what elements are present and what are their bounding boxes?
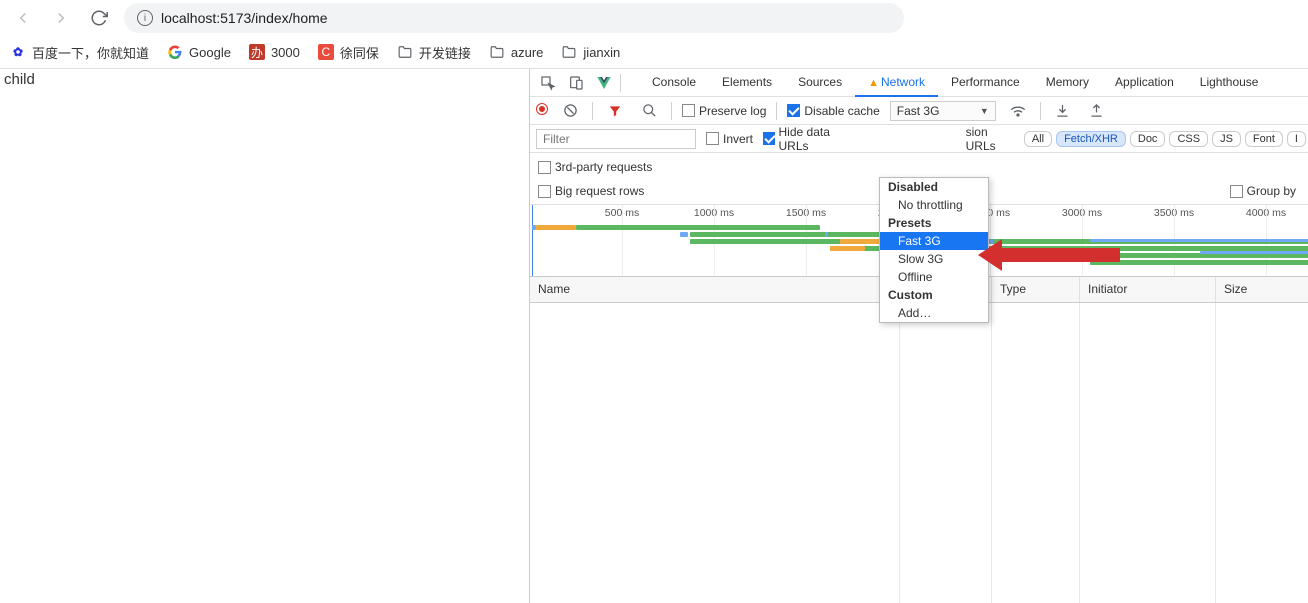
disable-cache-checkbox[interactable]: Disable cache [787, 104, 879, 118]
network-toolbar: Preserve log Disable cache Fast 3G▼ [530, 97, 1308, 125]
bookmark-google[interactable]: Google [167, 44, 231, 60]
menu-item-add[interactable]: Add… [880, 304, 988, 322]
reload-button[interactable] [86, 5, 112, 31]
clear-button[interactable] [558, 99, 582, 123]
bookmark-jianxin[interactable]: jianxin [561, 44, 620, 60]
site-info-icon[interactable]: i [137, 10, 153, 26]
tab-console[interactable]: Console [639, 69, 709, 97]
devtools-tab-row: Console Elements Sources ▲Network Perfor… [530, 69, 1308, 97]
page-content: child [0, 69, 529, 603]
menu-header-custom: Custom [880, 286, 988, 304]
forward-button[interactable] [48, 5, 74, 31]
vue-icon[interactable] [592, 71, 616, 95]
hide-data-urls-checkbox[interactable]: Hide data URLs [763, 125, 852, 153]
bookmarks-bar: ✿百度一下，你就知道 Google 办3000 C徐同保 开发链接 azure … [0, 36, 1308, 68]
tab-memory[interactable]: Memory [1033, 69, 1102, 97]
import-har-icon[interactable] [1051, 99, 1075, 123]
checkbox-icon [682, 104, 695, 117]
throttling-select[interactable]: Fast 3G▼ [890, 101, 996, 121]
folder-icon [561, 44, 577, 60]
group-by-checkbox[interactable]: Group by [1230, 184, 1296, 198]
bookmark-baidu[interactable]: ✿百度一下，你就知道 [10, 43, 149, 62]
checkbox-icon [706, 132, 719, 145]
record-button[interactable] [536, 103, 548, 118]
pill-doc[interactable]: Doc [1130, 131, 1166, 147]
search-icon[interactable] [637, 99, 661, 123]
tab-performance[interactable]: Performance [938, 69, 1033, 97]
3000-icon: 办 [249, 44, 265, 60]
page-text: child [4, 71, 35, 88]
tab-sources[interactable]: Sources [785, 69, 855, 97]
bookmark-devlinks[interactable]: 开发链接 [397, 43, 471, 62]
tab-elements[interactable]: Elements [709, 69, 785, 97]
pill-font[interactable]: Font [1245, 131, 1283, 147]
col-type[interactable]: Type [992, 277, 1080, 302]
checkbox-icon [538, 161, 551, 174]
filter-icon[interactable] [603, 99, 627, 123]
third-party-checkbox[interactable]: 3rd-party requests [538, 160, 652, 174]
inspect-icon[interactable] [536, 71, 560, 95]
menu-header-disabled: Disabled [880, 178, 988, 196]
separator [620, 74, 621, 92]
separator [592, 102, 593, 120]
c-icon: C [318, 44, 334, 60]
device-icon[interactable] [564, 71, 588, 95]
bookmark-xutongbao[interactable]: C徐同保 [318, 43, 379, 62]
devtools-panel: Console Elements Sources ▲Network Perfor… [529, 69, 1308, 603]
tab-application[interactable]: Application [1102, 69, 1187, 97]
tab-network[interactable]: ▲Network [855, 69, 938, 97]
resource-type-filters: All Fetch/XHR Doc CSS JS Font I [1024, 131, 1306, 147]
pill-img[interactable]: I [1287, 131, 1306, 147]
preserve-log-checkbox[interactable]: Preserve log [682, 104, 766, 118]
bookmark-3000[interactable]: 办3000 [249, 44, 300, 60]
checkbox-icon [787, 104, 800, 117]
back-button[interactable] [10, 5, 36, 31]
menu-item-slow-3g[interactable]: Slow 3G [880, 250, 988, 268]
filter-input[interactable] [536, 129, 696, 149]
warning-icon: ▲ [868, 77, 879, 89]
annotation-arrow [1000, 248, 1120, 262]
checkbox-icon [1230, 185, 1243, 198]
throttling-menu: Disabled No throttling Presets Fast 3G S… [879, 177, 989, 323]
folder-icon [397, 44, 413, 60]
baidu-icon: ✿ [10, 44, 26, 60]
pill-js[interactable]: JS [1212, 131, 1241, 147]
google-icon [167, 44, 183, 60]
menu-item-fast-3g[interactable]: Fast 3G [880, 232, 988, 250]
pill-css[interactable]: CSS [1169, 131, 1208, 147]
bookmark-azure[interactable]: azure [489, 44, 544, 60]
sion-urls-text: sion URLs [966, 125, 1014, 153]
menu-item-offline[interactable]: Offline [880, 268, 988, 286]
menu-item-no-throttling[interactable]: No throttling [880, 196, 988, 214]
folder-icon [489, 44, 505, 60]
chevron-down-icon: ▼ [980, 106, 989, 116]
url-text: localhost:5173/index/home [161, 10, 328, 26]
big-request-rows-checkbox[interactable]: Big request rows [538, 184, 644, 198]
address-bar[interactable]: i localhost:5173/index/home [124, 3, 904, 33]
tab-lighthouse[interactable]: Lighthouse [1187, 69, 1272, 97]
col-name[interactable]: Name [530, 277, 900, 302]
checkbox-icon [538, 185, 551, 198]
invert-checkbox[interactable]: Invert [706, 132, 753, 146]
checkbox-icon [763, 132, 774, 145]
separator [1040, 102, 1041, 120]
network-table-body [530, 303, 1308, 603]
separator [776, 102, 777, 120]
menu-header-presets: Presets [880, 214, 988, 232]
network-conditions-icon[interactable] [1006, 99, 1030, 123]
network-filter-bar: Invert Hide data URLs sion URLs All Fetc… [530, 125, 1308, 153]
export-har-icon[interactable] [1085, 99, 1109, 123]
separator [671, 102, 672, 120]
browser-nav-bar: i localhost:5173/index/home [0, 0, 1308, 36]
col-initiator[interactable]: Initiator [1080, 277, 1216, 302]
col-size[interactable]: Size [1216, 277, 1308, 302]
pill-fetch-xhr[interactable]: Fetch/XHR [1056, 131, 1126, 147]
pill-all[interactable]: All [1024, 131, 1052, 147]
